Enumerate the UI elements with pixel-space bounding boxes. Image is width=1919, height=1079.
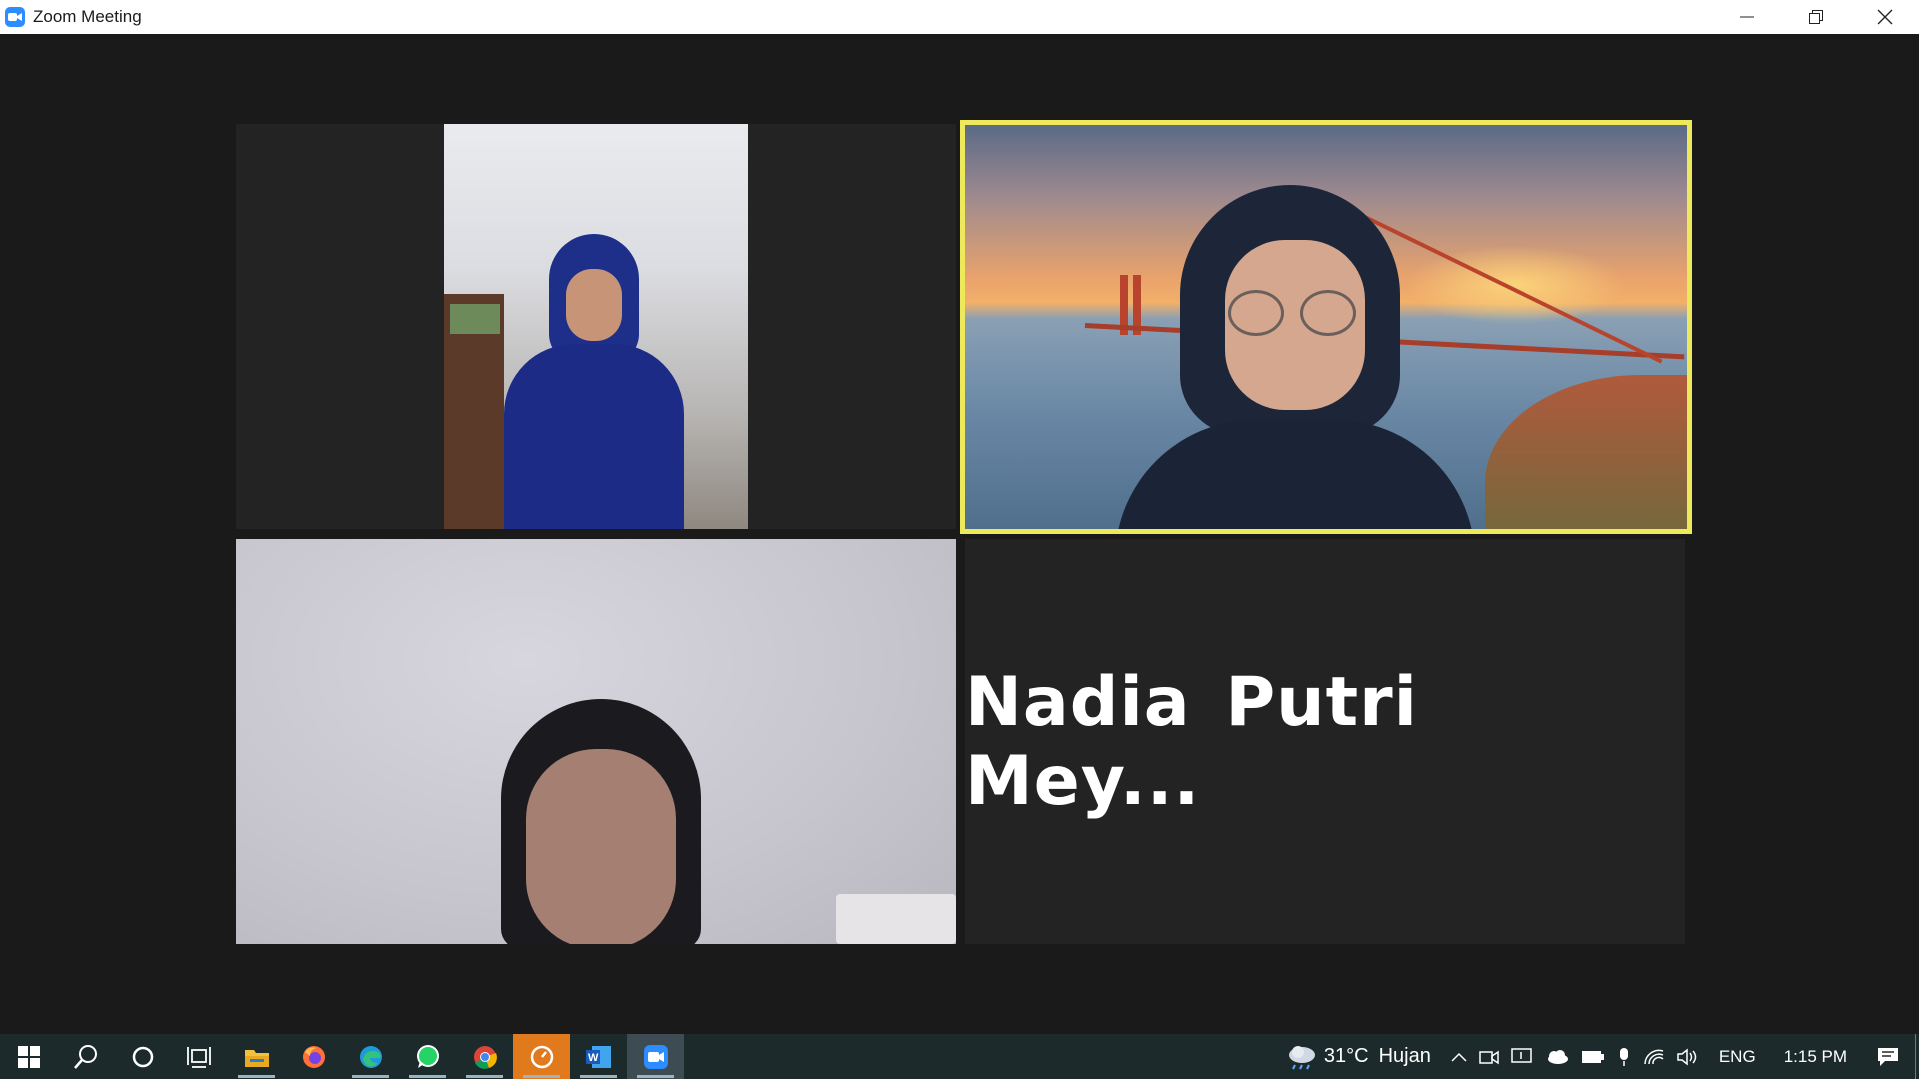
action-center-button[interactable] <box>1861 1034 1915 1079</box>
participant-video-tile[interactable] <box>236 124 956 529</box>
title-bar: Zoom Meeting <box>0 0 1919 34</box>
camera-icon <box>1479 1050 1499 1064</box>
edge-icon <box>359 1045 382 1068</box>
clock-time: 1:15 PM <box>1783 1046 1847 1066</box>
cortana-button[interactable] <box>114 1034 171 1079</box>
microphone-tray-button[interactable] <box>1611 1034 1637 1079</box>
show-desktop-button[interactable] <box>1915 1034 1919 1079</box>
word-icon: W <box>585 1045 611 1068</box>
cortana-icon <box>132 1046 153 1067</box>
minimize-icon <box>1739 16 1754 18</box>
start-button[interactable] <box>0 1034 57 1079</box>
file-explorer-button[interactable] <box>228 1034 285 1079</box>
window-title: Zoom Meeting <box>33 7 142 26</box>
meeting-gallery: Nadia Putri Mey... <box>0 34 1919 1034</box>
network-button[interactable] <box>1637 1034 1671 1079</box>
close-button[interactable] <box>1850 0 1919 34</box>
search-button[interactable] <box>57 1034 114 1079</box>
folder-icon <box>244 1049 269 1067</box>
firefox-button[interactable] <box>285 1034 342 1079</box>
system-tray: 31°C Hujan ENG 1:15 PM <box>1280 1034 1919 1079</box>
restore-icon <box>1808 10 1823 24</box>
word-button[interactable]: W <box>570 1034 627 1079</box>
volume-button[interactable] <box>1671 1034 1705 1079</box>
minimize-button[interactable] <box>1712 0 1781 34</box>
onedrive-button[interactable] <box>1539 1034 1575 1079</box>
firefox-icon <box>302 1045 325 1068</box>
zoom-icon <box>643 1044 668 1069</box>
participant-video <box>965 125 1687 529</box>
participant-video <box>236 539 956 944</box>
screen-share-tray-button[interactable] <box>1505 1034 1539 1079</box>
clock-button[interactable]: 1:15 PM <box>1770 1034 1861 1079</box>
weather-widget[interactable]: 31°C Hujan <box>1280 1034 1437 1079</box>
notification-icon <box>1878 1047 1898 1066</box>
weather-temperature: 31°C <box>1323 1045 1369 1067</box>
participant-name: Nadia Putri Mey... <box>965 662 1418 821</box>
participant-video <box>444 124 748 529</box>
microphone-icon <box>1619 1047 1628 1066</box>
chrome-icon <box>473 1045 497 1069</box>
windows-logo-icon <box>17 1045 40 1068</box>
whatsapp-icon <box>416 1044 439 1068</box>
clock-icon <box>530 1045 553 1068</box>
chrome-button[interactable] <box>456 1034 513 1079</box>
restore-button[interactable] <box>1781 0 1850 34</box>
cloud-icon <box>1547 1049 1568 1064</box>
zoom-app-icon <box>5 7 25 27</box>
participant-silhouette <box>491 699 711 944</box>
meet-now-button[interactable] <box>1473 1034 1505 1079</box>
clock-app-button[interactable] <box>513 1034 570 1079</box>
wifi-icon <box>1644 1049 1664 1064</box>
close-icon <box>1877 9 1892 25</box>
participant-name-tile[interactable]: Nadia Putri Mey... <box>965 539 1685 944</box>
active-speaker-video-tile[interactable] <box>960 120 1692 534</box>
battery-button[interactable] <box>1575 1034 1611 1079</box>
search-icon <box>73 1044 97 1069</box>
zoom-button[interactable] <box>627 1034 684 1079</box>
rain-cloud-icon <box>1288 1045 1315 1069</box>
window-controls <box>1712 0 1919 34</box>
display-icon <box>1511 1047 1532 1063</box>
participant-silhouette <box>504 234 684 529</box>
windows-taskbar: W 31°C Hujan ENG 1:15 PM <box>0 1034 1919 1079</box>
task-view-icon <box>186 1046 211 1068</box>
participant-video-tile[interactable] <box>236 539 956 944</box>
task-view-button[interactable] <box>171 1034 228 1079</box>
battery-icon <box>1581 1050 1604 1063</box>
speaker-icon <box>1677 1047 1697 1066</box>
edge-button[interactable] <box>342 1034 399 1079</box>
participant-silhouette <box>1105 185 1525 529</box>
show-hidden-icons-button[interactable] <box>1445 1034 1473 1079</box>
whatsapp-button[interactable] <box>399 1034 456 1079</box>
weather-condition: Hujan <box>1378 1045 1431 1067</box>
svg-text:W: W <box>588 1052 599 1064</box>
language-indicator: ENG <box>1718 1046 1756 1066</box>
input-language-button[interactable]: ENG <box>1705 1034 1770 1079</box>
chevron-up-icon <box>1451 1052 1467 1062</box>
